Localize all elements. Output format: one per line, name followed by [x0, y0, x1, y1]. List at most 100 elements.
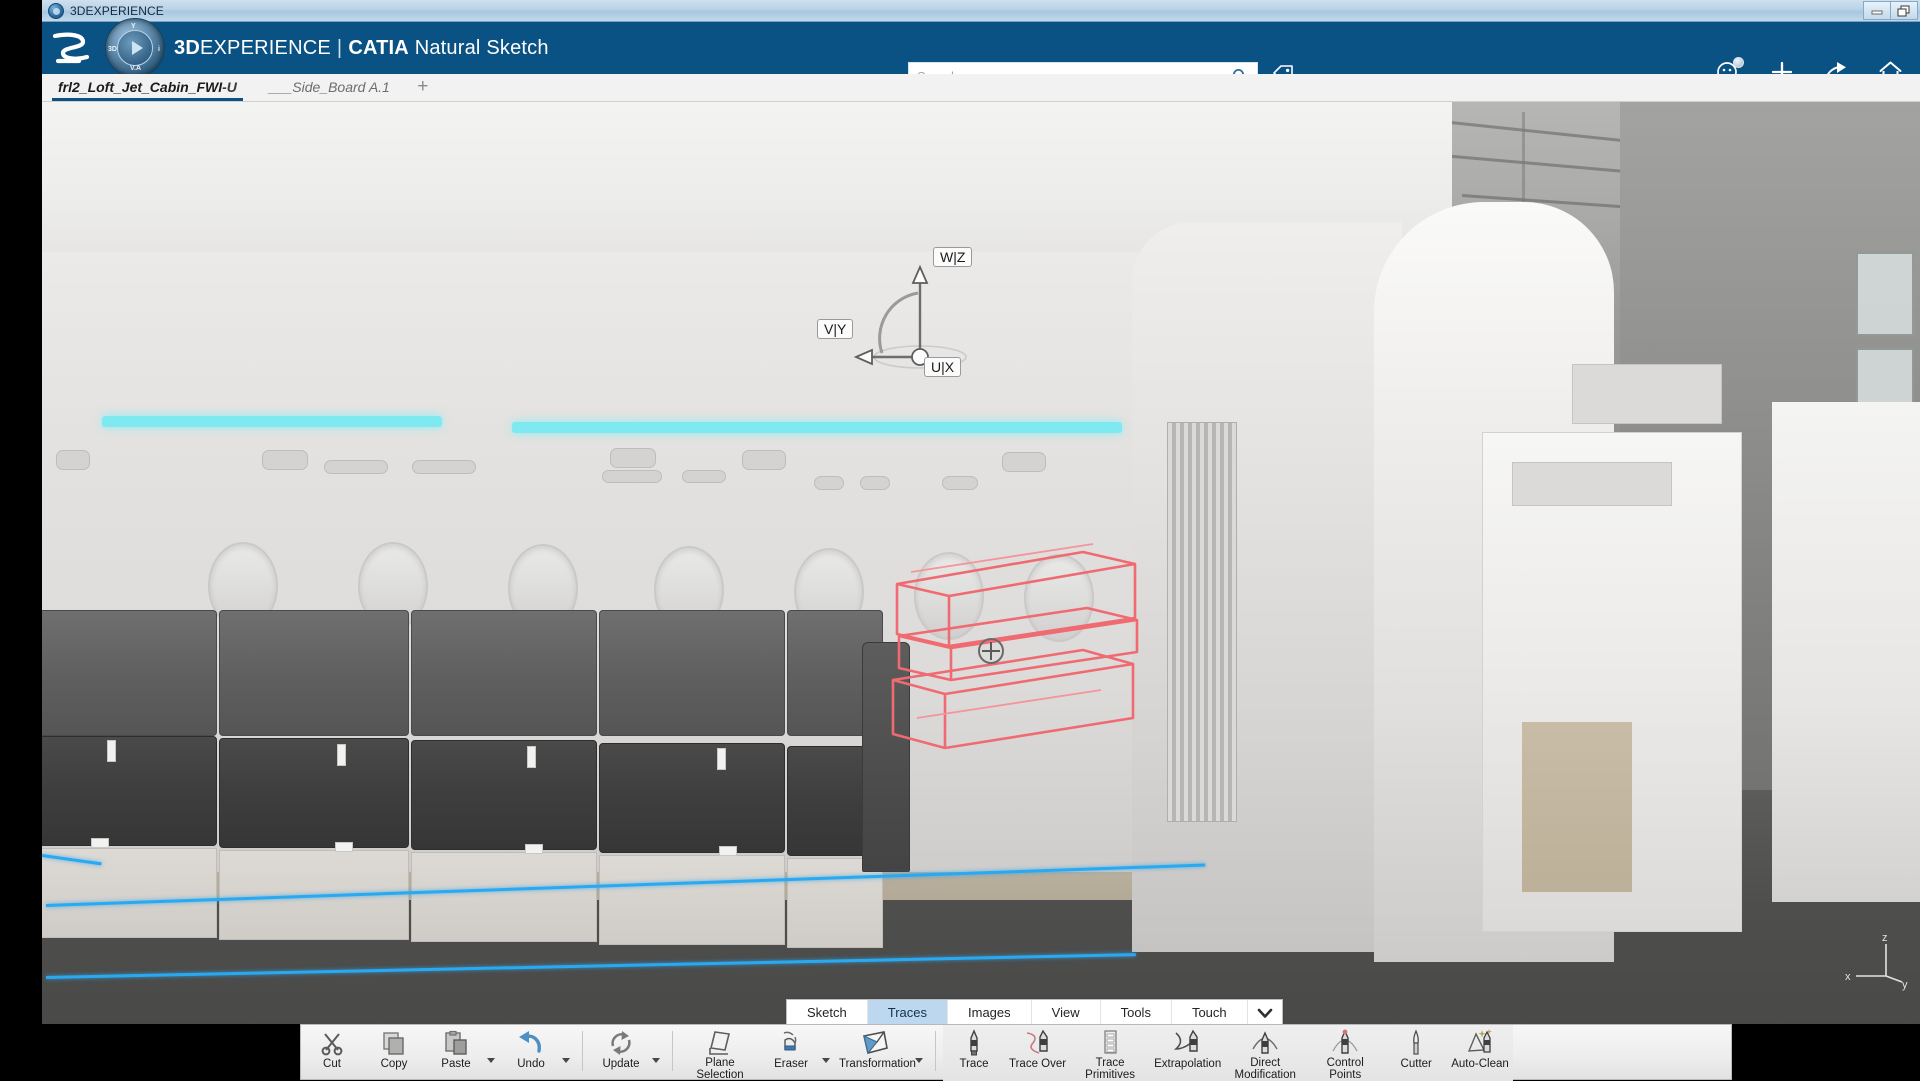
- ribbon-group-clipboard: Cut Copy: [301, 1025, 575, 1081]
- control-points-label: Control Points: [1309, 1058, 1381, 1081]
- trace-primitives-label: Trace Primitives: [1074, 1058, 1146, 1081]
- eraser-button[interactable]: Eraser: [760, 1025, 822, 1081]
- transformation-label: Transformation: [839, 1059, 911, 1071]
- window-controls[interactable]: [1864, 1, 1918, 20]
- ribbon-tab-images[interactable]: Images: [948, 1000, 1032, 1025]
- cutter-label: Cutter: [1401, 1059, 1432, 1071]
- ribbon-group-update: Update: [590, 1025, 665, 1081]
- top-app-bar: Y V.A 3D i 3DEXPERIENCE|CATIA Natural Sk…: [42, 22, 1920, 74]
- trace-primitives-icon: [1098, 1028, 1122, 1057]
- ribbon-tab-sketch[interactable]: Sketch: [787, 1000, 868, 1025]
- ribbon-group-sketch-tools: Plane Selection Eraser: [680, 1025, 928, 1081]
- cut-button[interactable]: Cut: [301, 1025, 363, 1081]
- cursor-crosshair: [982, 642, 1000, 660]
- svg-text:z: z: [1882, 932, 1888, 944]
- cabin-seat-bench: [42, 610, 887, 910]
- notification-badge: [1733, 57, 1744, 68]
- cut-label: Cut: [323, 1059, 341, 1071]
- control-points-button[interactable]: Control Points: [1305, 1025, 1385, 1081]
- compass-label-bottom: V.A: [130, 65, 141, 72]
- document-tab-strip: frl2_Loft_Jet_Cabin_FWI-U ___Side_Board …: [42, 74, 1920, 102]
- extrapolation-icon: [1173, 1028, 1203, 1058]
- ribbon-tab-touch[interactable]: Touch: [1172, 1000, 1248, 1025]
- undo-dropdown-caret[interactable]: [562, 1025, 575, 1081]
- paste-button[interactable]: Paste: [425, 1025, 487, 1081]
- plane-selection-label: Plane Selection: [684, 1058, 756, 1081]
- trace-over-label: Trace Over: [1009, 1059, 1066, 1071]
- transformation-icon: [860, 1028, 890, 1058]
- add-tab-button[interactable]: +: [406, 73, 440, 101]
- update-button[interactable]: Update: [590, 1025, 652, 1081]
- direct-modification-icon: [1251, 1028, 1279, 1057]
- trace-primitives-button[interactable]: Trace Primitives: [1070, 1025, 1150, 1081]
- ribbon-toolbar: Cut Copy: [300, 1024, 1732, 1080]
- dassault-systemes-logo[interactable]: [42, 22, 100, 74]
- brand-experience: EXPERIENCE: [200, 37, 331, 59]
- extrapolation-label: Extrapolation: [1154, 1059, 1221, 1071]
- ribbon-separator: [582, 1031, 583, 1071]
- copy-button[interactable]: Copy: [363, 1025, 425, 1081]
- galley-tan-panel: [1522, 722, 1632, 892]
- ribbon-tab-tools[interactable]: Tools: [1101, 1000, 1172, 1025]
- document-tab-0-label: frl2_Loft_Jet_Cabin_FWI: [58, 79, 222, 95]
- transformation-button[interactable]: Transformation: [835, 1025, 915, 1081]
- svg-text:x: x: [1845, 971, 1851, 983]
- window-title: 3DEXPERIENCE: [70, 4, 164, 18]
- world-axis-indicator: z x y: [1840, 932, 1910, 992]
- document-tab-1[interactable]: ___Side_Board A.1: [253, 73, 406, 101]
- transformation-dropdown-caret[interactable]: [915, 1025, 928, 1081]
- undo-label: Undo: [517, 1059, 545, 1071]
- document-tab-0-suffix: -U: [222, 79, 237, 95]
- trace-over-button[interactable]: Trace Over: [1005, 1025, 1070, 1081]
- trace-icon: [963, 1028, 985, 1058]
- minimize-icon[interactable]: [1863, 1, 1891, 20]
- document-tab-1-label: ___Side_Board A.1: [269, 79, 390, 95]
- chevron-down-icon[interactable]: [1248, 1000, 1282, 1025]
- ceiling-light-strip: [102, 416, 442, 427]
- undo-button[interactable]: Undo: [500, 1025, 562, 1081]
- compass-icon[interactable]: Y V.A 3D i: [100, 22, 166, 74]
- auto-clean-button[interactable]: Auto-Clean: [1447, 1025, 1513, 1081]
- svg-text:y: y: [1902, 979, 1908, 991]
- trace-button[interactable]: Trace: [943, 1025, 1005, 1081]
- eraser-label: Eraser: [774, 1059, 808, 1071]
- app-name: Natural Sketch: [415, 37, 549, 59]
- 3d-viewport[interactable]: Europahalle 2 2: [42, 102, 1920, 1080]
- refresh-icon: [607, 1028, 635, 1058]
- axis-label-v: V|Y: [817, 319, 853, 339]
- cabin-curtain: [1167, 422, 1237, 822]
- compass-label-right: i: [158, 46, 160, 53]
- axis-manipulator[interactable]: W|Z V|Y U|X: [852, 257, 982, 387]
- axis-label-u: U|X: [924, 357, 961, 377]
- brand-3d: 3D: [174, 37, 200, 59]
- extrapolation-button[interactable]: Extrapolation: [1150, 1025, 1225, 1081]
- scissors-icon: [319, 1028, 345, 1058]
- desktop-bottom-left: [0, 1024, 300, 1080]
- paste-icon: [443, 1028, 469, 1058]
- ribbon-separator: [935, 1031, 936, 1071]
- compass-label-left: 3D: [108, 46, 117, 53]
- update-label: Update: [602, 1059, 639, 1071]
- restore-icon[interactable]: [1890, 1, 1918, 20]
- galley-cabinet-far: [1772, 402, 1920, 902]
- ribbon-tab-traces[interactable]: Traces: [868, 1000, 948, 1025]
- document-tab-0[interactable]: frl2_Loft_Jet_Cabin_FWI-U: [42, 73, 253, 101]
- paste-label: Paste: [441, 1059, 470, 1071]
- cutter-button[interactable]: Cutter: [1385, 1025, 1447, 1081]
- paste-dropdown-caret[interactable]: [487, 1025, 500, 1081]
- direct-modification-label: Direct Modification: [1229, 1058, 1301, 1081]
- copy-icon: [381, 1028, 407, 1058]
- app-title: 3DEXPERIENCE|CATIA Natural Sketch: [174, 37, 549, 60]
- eraser-dropdown-caret[interactable]: [822, 1025, 835, 1081]
- update-dropdown-caret[interactable]: [652, 1025, 665, 1081]
- direct-modification-button[interactable]: Direct Modification: [1225, 1025, 1305, 1081]
- eraser-icon: [778, 1028, 804, 1058]
- plane-selection-button[interactable]: Plane Selection: [680, 1025, 760, 1081]
- undo-icon: [517, 1028, 545, 1058]
- ribbon-group-traces: Trace Trace Over: [943, 1025, 1513, 1081]
- compass-label-top: Y: [131, 23, 136, 30]
- ribbon-tab-view[interactable]: View: [1032, 1000, 1101, 1025]
- copy-label: Copy: [381, 1059, 408, 1071]
- plane-selection-icon: [707, 1028, 733, 1057]
- axis-label-w: W|Z: [933, 247, 972, 267]
